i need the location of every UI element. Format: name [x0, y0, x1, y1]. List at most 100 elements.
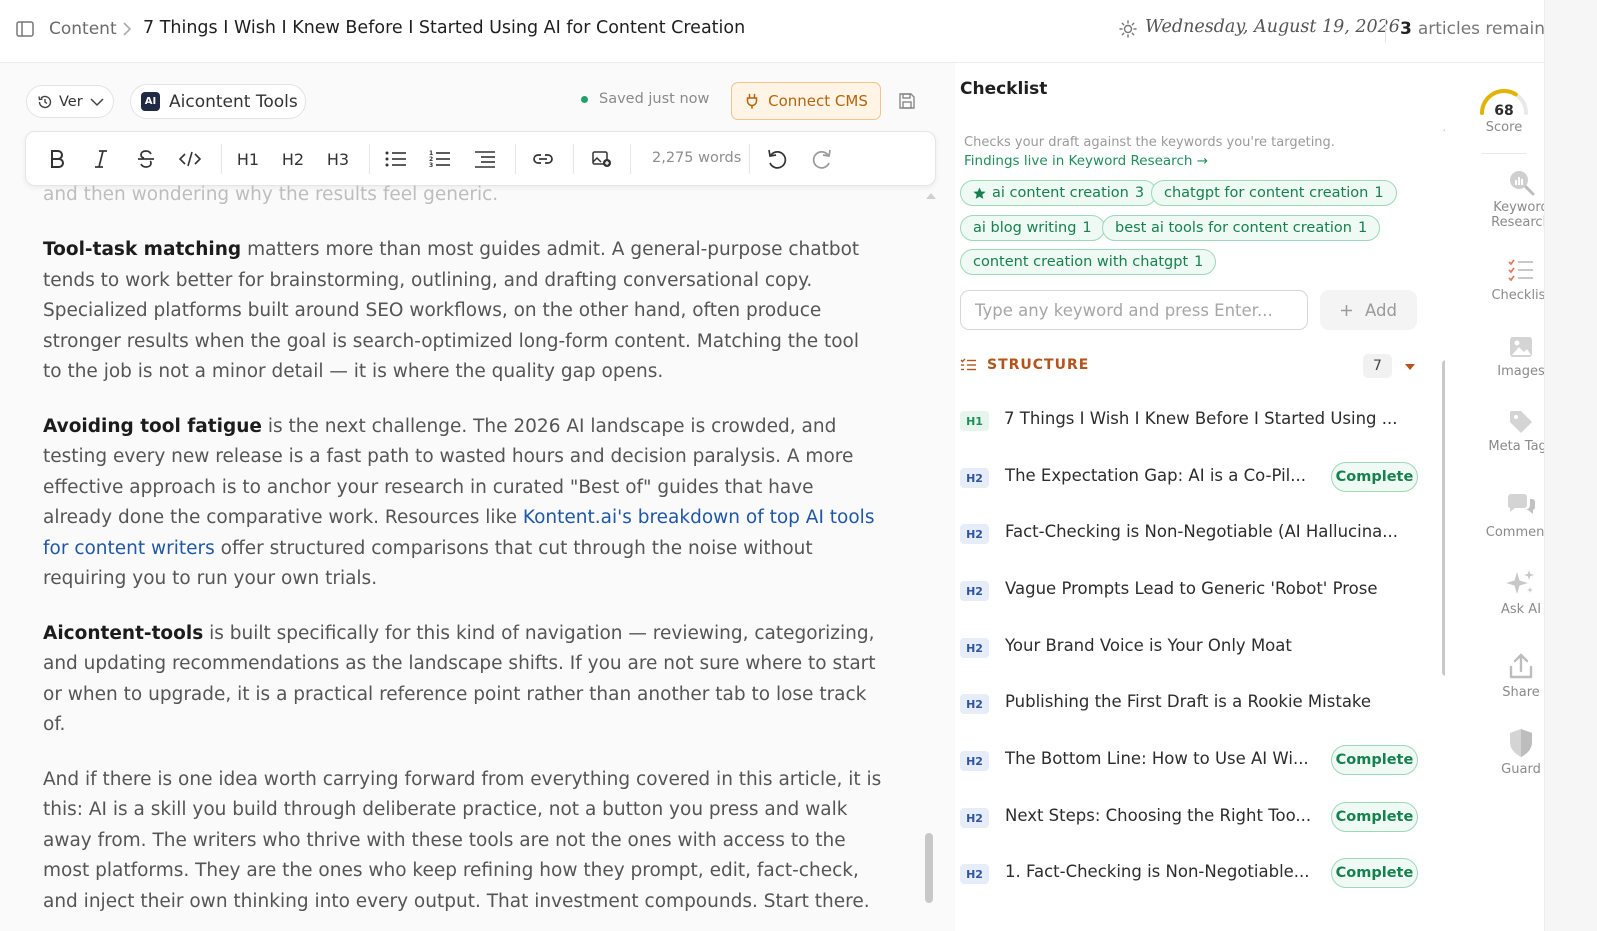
bullet-list-icon	[385, 151, 406, 167]
redo-icon	[812, 149, 831, 169]
aicontent-tools-button[interactable]: AI Aicontent Tools	[130, 84, 306, 119]
complete-badge: Complete	[1331, 802, 1418, 832]
bold-icon	[51, 150, 64, 168]
editor-pane: Ver AI Aicontent Tools Saved just now Co…	[0, 63, 955, 931]
keyword-label: chatgpt for content creation	[1164, 185, 1369, 201]
breadcrumb-content-link[interactable]: Content	[49, 19, 117, 39]
faded-previous-line: and then wondering why the results feel …	[43, 184, 499, 205]
keyword-research-link[interactable]: Findings live in Keyword Research →	[964, 153, 1208, 169]
keyword-chip[interactable]: ai blog writing 1	[960, 215, 1105, 241]
numbered-list-button[interactable]: 123	[427, 145, 453, 173]
rail-divider	[1482, 153, 1526, 154]
keyword-chip[interactable]: best ai tools for content creation 1	[1102, 215, 1381, 241]
paragraph-text: And if there is one idea worth carrying …	[43, 768, 882, 912]
bold-phrase: Tool-task matching	[43, 239, 242, 260]
add-keyword-button[interactable]: Add	[1320, 290, 1417, 330]
structure-item-text: Your Brand Voice is Your Only Moat	[1005, 636, 1292, 655]
heading-level-badge: H2	[960, 581, 989, 601]
heading-1-button[interactable]: H1	[232, 145, 264, 173]
structure-item[interactable]: H2 The Expectation Gap: AI is a Co-Pil...…	[960, 460, 1420, 494]
keyword-label: ai content creation	[992, 185, 1129, 201]
structure-label: STRUCTURE	[987, 357, 1090, 373]
structure-item[interactable]: H2 Vague Prompts Lead to Generic 'Robot' …	[960, 573, 1420, 607]
svg-text:3: 3	[429, 162, 433, 168]
complete-badge: Complete	[1331, 745, 1418, 775]
window-edge	[1544, 0, 1597, 931]
strikethrough-button[interactable]	[133, 145, 159, 173]
numbered-list-icon: 123	[429, 150, 450, 168]
tag-icon	[1510, 411, 1532, 433]
italic-button[interactable]	[88, 145, 114, 173]
keyword-count: 1	[1374, 185, 1384, 201]
keyword-count: 3	[1134, 185, 1145, 201]
sun-icon[interactable]	[1119, 20, 1137, 38]
bullet-list-button[interactable]	[383, 145, 409, 173]
indent-icon	[475, 151, 495, 168]
version-history-button[interactable]: Ver	[26, 85, 114, 118]
heading-2-button[interactable]: H2	[277, 145, 309, 173]
structure-item[interactable]: H2 Your Brand Voice is Your Only Moat	[960, 630, 1420, 664]
share-icon	[1509, 653, 1533, 679]
structure-item[interactable]: H1 7 Things I Wish I Knew Before I Starte…	[960, 403, 1420, 437]
connect-cms-button[interactable]: Connect CMS	[731, 82, 881, 120]
keyword-input[interactable]	[960, 290, 1308, 330]
rail-label: Images	[1497, 364, 1545, 379]
heading-level-badge: H2	[960, 694, 989, 714]
link-button[interactable]	[529, 145, 557, 173]
editor-scroll-up-arrow[interactable]	[926, 193, 936, 199]
heading-level-badge: H2	[960, 638, 989, 658]
structure-item[interactable]: H2 Publishing the First Draft is a Rookie…	[960, 686, 1420, 720]
italic-icon	[95, 150, 107, 168]
image-icon	[1510, 337, 1532, 357]
aicontent-tools-label: Aicontent Tools	[169, 91, 298, 112]
keyword-chip-primary[interactable]: ai content creation 3	[960, 180, 1158, 206]
structure-header[interactable]: STRUCTURE	[960, 357, 1089, 373]
checklist-panel: Checklist Checks your draft against the …	[955, 63, 1445, 931]
keyword-chip[interactable]: content creation with chatgpt 1	[960, 249, 1217, 275]
editor-scrollbar-thumb[interactable]	[925, 833, 933, 903]
add-label: Add	[1365, 300, 1397, 320]
structure-item[interactable]: H2 Next Steps: Choosing the Right Too... C…	[960, 800, 1420, 834]
structure-item-text: Publishing the First Draft is a Rookie M…	[1005, 692, 1372, 711]
formatting-toolbar: H1 H2 H3 123 2,275 words	[25, 131, 936, 186]
sidebar-toggle-icon[interactable]	[16, 21, 34, 37]
structure-count-badge: 7	[1363, 354, 1392, 378]
image-add-icon	[592, 151, 611, 167]
heading-level-badge: H2	[960, 751, 989, 771]
indent-list-button[interactable]	[472, 145, 498, 173]
top-bar: Content 7 Things I Wish I Knew Before I …	[0, 0, 1597, 63]
shield-icon	[1510, 729, 1532, 757]
structure-item[interactable]: H2 Fact-Checking is Non-Negotiable (AI Ha…	[960, 516, 1420, 550]
structure-item-text: Vague Prompts Lead to Generic 'Robot' Pr…	[1005, 579, 1378, 598]
keyword-chip[interactable]: chatgpt for content creation 1	[1151, 180, 1397, 206]
checklist-icon	[1508, 259, 1533, 282]
paragraph: Aicontent-tools is built specifically fo…	[43, 619, 883, 741]
redo-button[interactable]	[809, 145, 835, 173]
heading-level-badge: H2	[960, 808, 989, 828]
toolbar-divider	[573, 144, 574, 174]
complete-badge: Complete	[1331, 462, 1418, 492]
toolbar-divider	[749, 144, 750, 174]
structure-item[interactable]: H2 1. Fact-Checking is Non-Negotiable... C…	[960, 856, 1420, 890]
rail-label: Ask AI	[1500, 602, 1542, 617]
toolbar-divider	[515, 144, 516, 174]
undo-button[interactable]	[764, 145, 790, 173]
save-icon[interactable]	[897, 91, 917, 111]
keyword-count: 1	[1082, 220, 1092, 236]
toolbar-divider	[221, 144, 222, 174]
bold-button[interactable]	[44, 145, 70, 173]
caret-down-icon[interactable]	[1405, 364, 1415, 370]
connect-cms-label: Connect CMS	[768, 92, 868, 110]
code-button[interactable]	[177, 145, 203, 173]
chevron-down-icon	[90, 97, 104, 106]
article-body[interactable]: Tool-task matching matters more than mos…	[43, 235, 883, 931]
keyword-count: 1	[1194, 254, 1204, 270]
structure-item[interactable]: H2 The Bottom Line: How to Use AI Wi... Co…	[960, 743, 1420, 777]
heading-3-button[interactable]: H3	[322, 145, 354, 173]
rail-label: Research	[1491, 215, 1551, 230]
structure-item-text: The Expectation Gap: AI is a Co-Pil...	[1005, 466, 1306, 485]
rail-label: Share	[1502, 685, 1540, 700]
saved-status-text: Saved just now	[599, 91, 710, 107]
insert-image-button[interactable]	[589, 145, 615, 173]
keyword-label: best ai tools for content creation	[1115, 220, 1352, 236]
